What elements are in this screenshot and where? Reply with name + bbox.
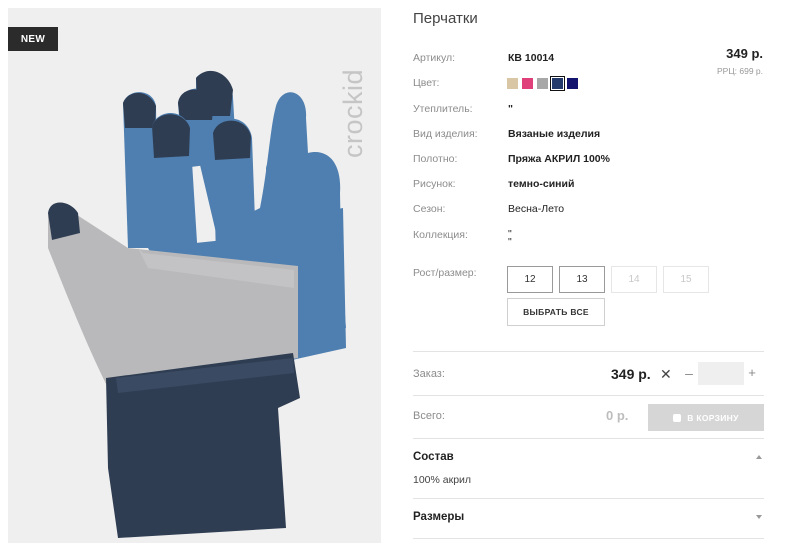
front-glove bbox=[48, 112, 346, 538]
size-label: Рост/размер: bbox=[413, 267, 477, 279]
decrease-quantity-button[interactable]: – bbox=[683, 365, 695, 381]
spec-value-insulation: " bbox=[508, 103, 513, 115]
spec-value-fabric: Пряжа АКРИЛ 100% bbox=[508, 153, 610, 165]
spec-value-season: Весна-Лето bbox=[508, 203, 565, 215]
divider bbox=[413, 538, 764, 539]
brand-logo: crockid bbox=[338, 68, 368, 158]
sizes-accordion-header[interactable]: Размеры bbox=[413, 511, 464, 523]
color-swatch-grey[interactable] bbox=[537, 78, 548, 89]
divider bbox=[413, 498, 764, 499]
spec-label-collection: Коллекция: bbox=[413, 229, 468, 241]
spec-label-season: Сезон: bbox=[413, 203, 446, 215]
chevron-up-icon[interactable] bbox=[756, 455, 762, 459]
order-label: Заказ: bbox=[413, 368, 445, 380]
divider bbox=[413, 351, 764, 352]
size-option-13[interactable]: 13 bbox=[559, 266, 605, 293]
order-price: 349 р. bbox=[611, 366, 651, 382]
spec-label-article: Артикул: bbox=[413, 52, 456, 64]
color-swatch-beige[interactable] bbox=[507, 78, 518, 89]
composition-accordion-body: 100% акрил bbox=[413, 474, 472, 486]
divider bbox=[413, 395, 764, 396]
chevron-down-icon[interactable] bbox=[756, 515, 762, 519]
product-price: 349 р. bbox=[726, 46, 763, 61]
spec-label-color: Цвет: bbox=[413, 77, 440, 89]
color-swatches bbox=[507, 76, 578, 91]
color-swatch-dark-blue[interactable] bbox=[567, 78, 578, 89]
spec-label-fabric: Полотно: bbox=[413, 153, 458, 165]
size-option-12[interactable]: 12 bbox=[507, 266, 553, 293]
new-badge: NEW bbox=[8, 27, 58, 51]
product-photo[interactable]: crockid bbox=[8, 8, 381, 543]
times-icon: ✕ bbox=[660, 366, 672, 382]
divider bbox=[413, 438, 764, 439]
quantity-input[interactable] bbox=[698, 362, 744, 385]
total-label: Всего: bbox=[413, 410, 445, 422]
select-all-button[interactable]: ВЫБРАТЬ ВСЕ bbox=[507, 298, 605, 326]
rrp-price: РРЦ: 699 р. bbox=[717, 66, 763, 76]
composition-accordion-header[interactable]: Состав bbox=[413, 451, 454, 463]
increase-quantity-button[interactable]: + bbox=[746, 365, 758, 380]
color-swatch-navy[interactable] bbox=[550, 76, 565, 91]
spec-value-article: КВ 10014 bbox=[508, 52, 555, 64]
spec-value-type: Вязаные изделия bbox=[508, 128, 601, 140]
product-title: Перчатки bbox=[413, 10, 478, 27]
size-option-14[interactable]: 14 bbox=[611, 266, 657, 293]
add-to-cart-button[interactable]: В КОРЗИНУ bbox=[648, 404, 764, 431]
glove-image bbox=[48, 70, 346, 538]
total-value: 0 р. bbox=[606, 408, 629, 423]
spec-label-insulation: Утеплитель: bbox=[413, 103, 473, 115]
color-swatch-pink[interactable] bbox=[522, 78, 533, 89]
spec-label-type: Вид изделия: bbox=[413, 128, 478, 140]
spec-value-pattern: темно-синий bbox=[508, 178, 575, 190]
cart-icon bbox=[673, 413, 682, 422]
spec-value-collection-2: " bbox=[508, 236, 512, 248]
add-to-cart-label: В КОРЗИНУ bbox=[687, 412, 739, 423]
spec-label-pattern: Рисунок: bbox=[413, 178, 456, 190]
size-option-15[interactable]: 15 bbox=[663, 266, 709, 293]
